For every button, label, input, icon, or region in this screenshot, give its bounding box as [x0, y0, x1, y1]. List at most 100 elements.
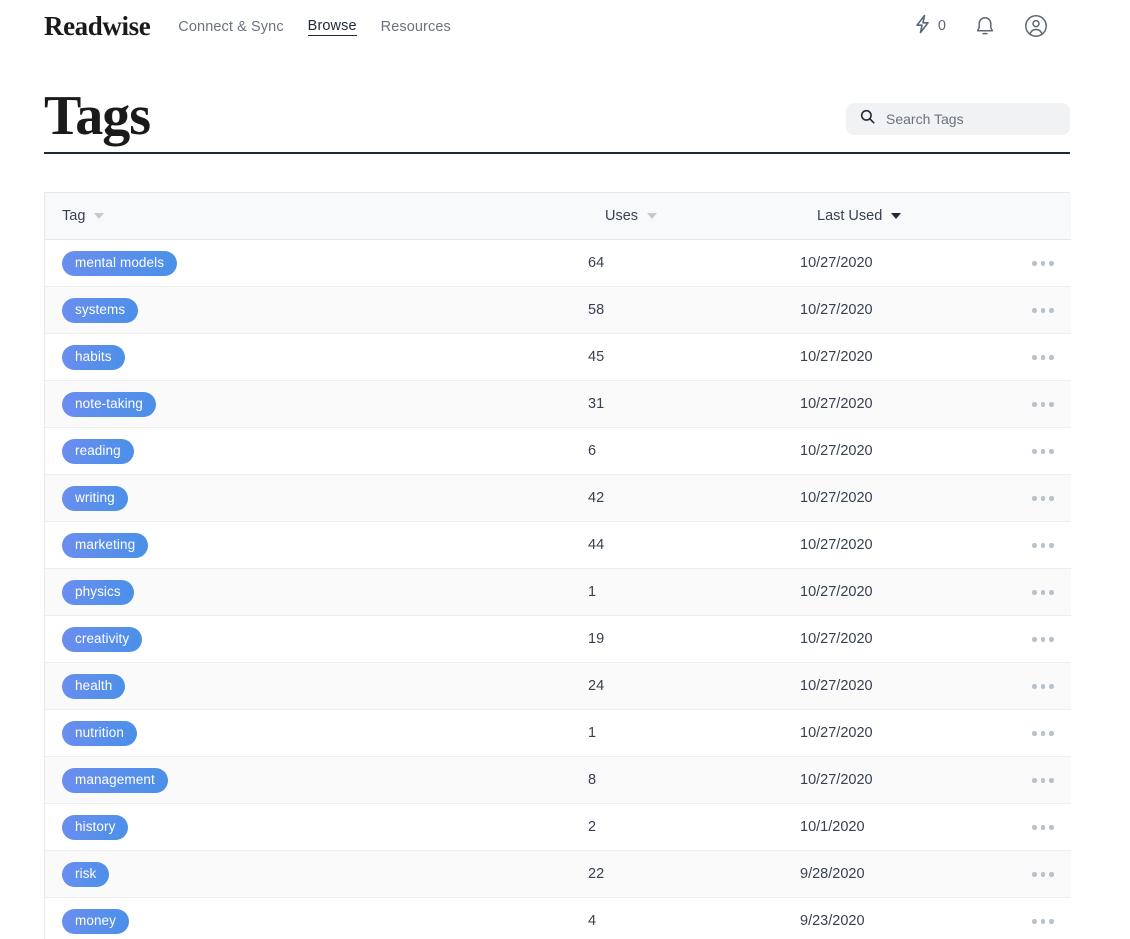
cell-actions — [1015, 897, 1071, 939]
table-row[interactable]: risk 22 9/28/2020 — [45, 850, 1071, 899]
ellipsis-icon[interactable] — [1032, 496, 1071, 501]
ellipsis-icon[interactable] — [1032, 308, 1071, 313]
sort-caret-down-icon — [891, 213, 902, 220]
cell-uses: 6 — [588, 427, 800, 476]
table-row[interactable]: mental models 64 10/27/2020 — [45, 239, 1071, 288]
tag-pill[interactable]: reading — [62, 439, 134, 464]
table-row[interactable]: nutrition 1 10/27/2020 — [45, 709, 1071, 758]
ellipsis-icon[interactable] — [1032, 731, 1071, 736]
tag-pill[interactable]: writing — [62, 486, 128, 511]
table-row[interactable]: note-taking 31 10/27/2020 — [45, 380, 1071, 429]
cell-tag: money — [45, 897, 588, 939]
column-header-last-used-label: Last Used — [817, 208, 883, 225]
brand-logo[interactable]: Readwise — [44, 12, 151, 40]
notifications-button[interactable] — [975, 15, 995, 37]
table-row[interactable]: physics 1 10/27/2020 — [45, 568, 1071, 617]
cell-last-used: 10/27/2020 — [800, 568, 1015, 617]
streak-indicator[interactable]: 0 — [914, 14, 946, 39]
cell-uses: 2 — [588, 803, 800, 852]
search-input[interactable] — [886, 110, 1056, 127]
account-button[interactable] — [1024, 14, 1048, 38]
table-header-row: Tag Uses Last Used — [45, 192, 1071, 241]
cell-uses: 64 — [588, 239, 800, 288]
cell-last-used: 10/1/2020 — [800, 803, 1015, 852]
cell-actions — [1015, 709, 1071, 758]
tag-pill[interactable]: physics — [62, 580, 134, 605]
ellipsis-icon[interactable] — [1032, 543, 1071, 548]
cell-tag: reading — [45, 427, 588, 476]
cell-uses: 24 — [588, 662, 800, 711]
cell-actions — [1015, 333, 1071, 382]
cell-tag: risk — [45, 850, 588, 899]
table-row[interactable]: management 8 10/27/2020 — [45, 756, 1071, 805]
search-icon — [860, 109, 875, 129]
column-header-tag[interactable]: Tag — [45, 192, 588, 241]
user-avatar-icon — [1024, 14, 1048, 38]
tag-pill[interactable]: marketing — [62, 533, 149, 558]
table-row[interactable]: writing 42 10/27/2020 — [45, 474, 1071, 523]
nav-link-browse[interactable]: Browse — [307, 18, 357, 36]
cell-last-used: 9/28/2020 — [800, 850, 1015, 899]
cell-actions — [1015, 474, 1071, 523]
table-row[interactable]: habits 45 10/27/2020 — [45, 333, 1071, 382]
nav-link-connect-sync[interactable]: Connect & Sync — [178, 19, 283, 35]
cell-tag: management — [45, 756, 588, 805]
sort-caret-down-icon — [94, 213, 105, 220]
cell-tag: note-taking — [45, 380, 588, 429]
cell-last-used: 10/27/2020 — [800, 756, 1015, 805]
table-row[interactable]: health 24 10/27/2020 — [45, 662, 1071, 711]
cell-tag: mental models — [45, 239, 588, 288]
ellipsis-icon[interactable] — [1032, 449, 1071, 454]
tag-pill[interactable]: nutrition — [62, 721, 137, 746]
tag-pill[interactable]: management — [62, 768, 168, 793]
ellipsis-icon[interactable] — [1032, 261, 1071, 266]
tag-pill[interactable]: mental models — [62, 251, 178, 276]
tag-pill[interactable]: systems — [62, 298, 139, 323]
cell-last-used: 10/27/2020 — [800, 286, 1015, 335]
tags-table-body: mental models 64 10/27/2020 systems 58 10/27/… — [45, 239, 1071, 939]
tag-pill[interactable]: habits — [62, 345, 125, 370]
bell-icon — [975, 15, 995, 37]
tag-pill[interactable]: risk — [62, 862, 110, 887]
search-tags-box[interactable] — [846, 102, 1070, 135]
cell-last-used: 10/27/2020 — [800, 380, 1015, 429]
nav-actions: 0 — [914, 14, 1048, 39]
ellipsis-icon[interactable] — [1032, 637, 1071, 642]
page-title: Tags — [44, 85, 151, 147]
table-row[interactable]: reading 6 10/27/2020 — [45, 427, 1071, 476]
column-header-uses[interactable]: Uses — [588, 192, 800, 241]
table-row[interactable]: creativity 19 10/27/2020 — [45, 615, 1071, 664]
cell-uses: 1 — [588, 568, 800, 617]
tag-pill[interactable]: health — [62, 674, 126, 699]
tag-pill[interactable]: creativity — [62, 627, 143, 652]
ellipsis-icon[interactable] — [1032, 590, 1071, 595]
tag-pill[interactable]: history — [62, 815, 129, 840]
tag-pill[interactable]: note-taking — [62, 392, 156, 417]
ellipsis-icon[interactable] — [1032, 355, 1071, 360]
ellipsis-icon[interactable] — [1032, 872, 1071, 877]
cell-uses: 4 — [588, 897, 800, 939]
table-row[interactable]: history 2 10/1/2020 — [45, 803, 1071, 852]
column-header-tag-label: Tag — [62, 208, 86, 225]
cell-last-used: 10/27/2020 — [800, 427, 1015, 476]
ellipsis-icon[interactable] — [1032, 402, 1071, 407]
tags-table-container: Tag Uses Last Used mental models 64 10/2… — [44, 191, 1071, 939]
cell-tag: creativity — [45, 615, 588, 664]
ellipsis-icon[interactable] — [1032, 919, 1071, 924]
cell-tag: nutrition — [45, 709, 588, 758]
ellipsis-icon[interactable] — [1032, 778, 1071, 783]
tag-pill[interactable]: money — [62, 909, 130, 934]
cell-tag: marketing — [45, 521, 588, 570]
nav-link-resources[interactable]: Resources — [381, 19, 451, 35]
ellipsis-icon[interactable] — [1032, 825, 1071, 830]
column-header-actions — [1015, 192, 1071, 241]
column-header-last-used[interactable]: Last Used — [800, 192, 1015, 241]
table-row[interactable]: marketing 44 10/27/2020 — [45, 521, 1071, 570]
cell-actions — [1015, 662, 1071, 711]
ellipsis-icon[interactable] — [1032, 684, 1071, 689]
column-header-uses-label: Uses — [605, 208, 639, 225]
cell-uses: 8 — [588, 756, 800, 805]
cell-tag: systems — [45, 286, 588, 335]
table-row[interactable]: money 4 9/23/2020 — [45, 897, 1071, 939]
table-row[interactable]: systems 58 10/27/2020 — [45, 286, 1071, 335]
